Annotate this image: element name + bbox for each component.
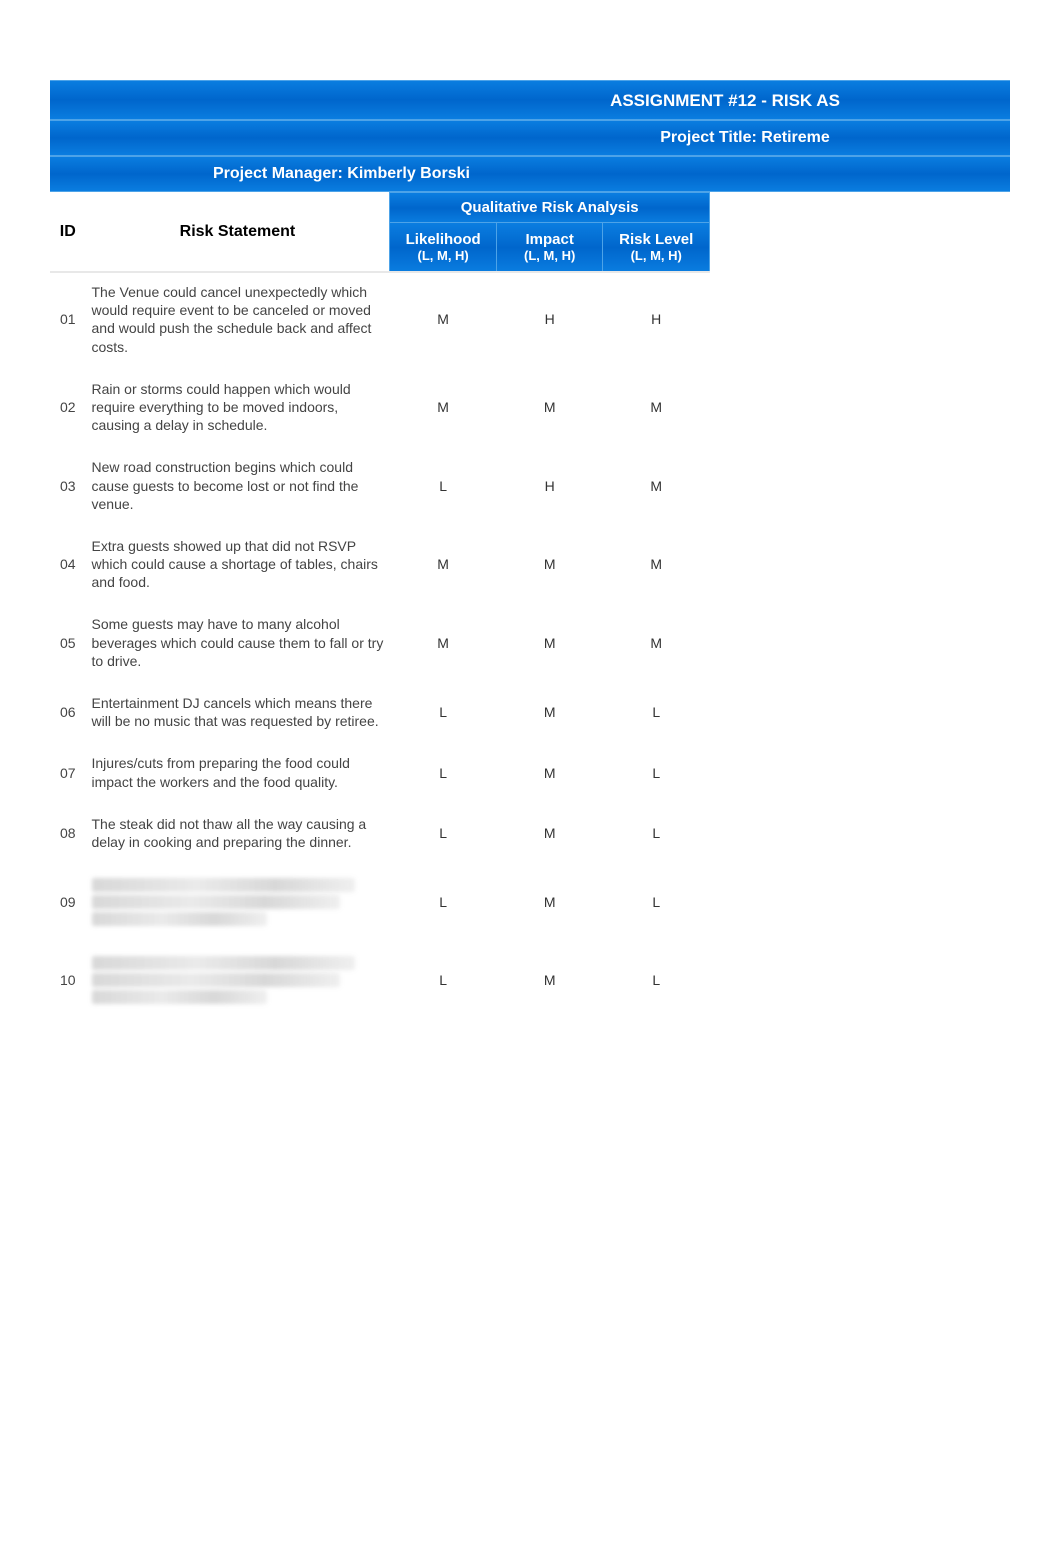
table-row: 02Rain or storms could happen which woul… bbox=[50, 368, 710, 447]
table-row: 03New road construction begins which cou… bbox=[50, 446, 710, 525]
cell-risk-level: M bbox=[603, 368, 710, 447]
cell-risk-level: L bbox=[603, 863, 710, 941]
table-row: 09 LML bbox=[50, 863, 710, 941]
risk-table: ID Risk Statement Qualitative Risk Analy… bbox=[50, 192, 710, 1021]
col-header-id-label: ID bbox=[60, 223, 76, 240]
blurred-line bbox=[92, 895, 341, 909]
cell-risk-statement: New road construction begins which could… bbox=[86, 446, 390, 525]
cell-risk-level: H bbox=[603, 272, 710, 368]
risklevel-sub: (L, M, H) bbox=[609, 248, 703, 263]
section-header-qualitative: Qualitative Risk Analysis bbox=[390, 193, 710, 223]
cell-likelihood: M bbox=[390, 368, 497, 447]
project-title-band: Project Title: Retireme bbox=[50, 120, 1010, 156]
cell-impact: M bbox=[496, 803, 603, 863]
project-manager: Project Manager: Kimberly Borski bbox=[213, 165, 470, 182]
table-row: 07Injures/cuts from preparing the food c… bbox=[50, 742, 710, 802]
table-row: 10 LML bbox=[50, 941, 710, 1019]
cell-risk-level: M bbox=[603, 603, 710, 682]
col-header-risk: Risk Statement bbox=[86, 193, 390, 273]
table-row: 08The steak did not thaw all the way cau… bbox=[50, 803, 710, 863]
blurred-line bbox=[92, 990, 267, 1004]
cell-risk-statement: Rain or storms could happen which would … bbox=[86, 368, 390, 447]
blurred-line bbox=[92, 956, 355, 970]
cell-impact: M bbox=[496, 941, 603, 1019]
cell-risk-level: L bbox=[603, 803, 710, 863]
cell-id: 09 bbox=[50, 863, 86, 941]
cell-likelihood: L bbox=[390, 742, 497, 802]
cell-impact: H bbox=[496, 446, 603, 525]
impact-sub: (L, M, H) bbox=[503, 248, 597, 263]
risk-table-body: 01The Venue could cancel unexpectedly wh… bbox=[50, 272, 710, 1019]
cell-id: 06 bbox=[50, 682, 86, 742]
cell-likelihood: M bbox=[390, 272, 497, 368]
blurred-line bbox=[92, 878, 355, 892]
cell-id: 04 bbox=[50, 525, 86, 604]
cell-impact: M bbox=[496, 742, 603, 802]
blurred-line bbox=[92, 973, 341, 987]
col-header-likelihood: Likelihood (L, M, H) bbox=[390, 223, 497, 273]
cell-id: 08 bbox=[50, 803, 86, 863]
cell-risk-statement: Entertainment DJ cancels which means the… bbox=[86, 682, 390, 742]
assignment-title-band: ASSIGNMENT #12 - RISK AS bbox=[50, 80, 1010, 120]
likelihood-sub: (L, M, H) bbox=[396, 248, 490, 263]
risklevel-label: Risk Level bbox=[619, 231, 693, 248]
cell-risk-statement: Some guests may have to many alcohol bev… bbox=[86, 603, 390, 682]
table-row: 04Extra guests showed up that did not RS… bbox=[50, 525, 710, 604]
cell-likelihood: L bbox=[390, 941, 497, 1019]
cell-likelihood: L bbox=[390, 682, 497, 742]
project-title: Project Title: Retireme bbox=[660, 129, 830, 146]
cell-impact: M bbox=[496, 863, 603, 941]
col-header-risk-label: Risk Statement bbox=[180, 223, 296, 240]
cell-id: 02 bbox=[50, 368, 86, 447]
cell-likelihood: L bbox=[390, 803, 497, 863]
cell-risk-level: L bbox=[603, 742, 710, 802]
cell-risk-statement: Extra guests showed up that did not RSVP… bbox=[86, 525, 390, 604]
section-header-label: Qualitative Risk Analysis bbox=[461, 199, 639, 216]
cell-id: 03 bbox=[50, 446, 86, 525]
cell-impact: M bbox=[496, 368, 603, 447]
cell-likelihood: M bbox=[390, 603, 497, 682]
col-header-impact: Impact (L, M, H) bbox=[496, 223, 603, 273]
cell-likelihood: L bbox=[390, 446, 497, 525]
table-row: 05Some guests may have to many alcohol b… bbox=[50, 603, 710, 682]
cell-risk-statement: The steak did not thaw all the way causi… bbox=[86, 803, 390, 863]
cell-risk-statement: The Venue could cancel unexpectedly whic… bbox=[86, 272, 390, 368]
cell-risk-statement: Injures/cuts from preparing the food cou… bbox=[86, 742, 390, 802]
assignment-title: ASSIGNMENT #12 - RISK AS bbox=[610, 91, 840, 110]
cell-risk-level: M bbox=[603, 525, 710, 604]
col-header-risklevel: Risk Level (L, M, H) bbox=[603, 223, 710, 273]
cell-risk-level: L bbox=[603, 682, 710, 742]
col-header-id: ID bbox=[50, 193, 86, 273]
likelihood-label: Likelihood bbox=[406, 231, 481, 248]
project-manager-band: Project Manager: Kimberly Borski bbox=[50, 156, 1010, 192]
cell-likelihood: L bbox=[390, 863, 497, 941]
cell-risk-level: L bbox=[603, 941, 710, 1019]
cell-risk-statement bbox=[86, 863, 390, 941]
blurred-line bbox=[92, 912, 267, 926]
cell-impact: M bbox=[496, 525, 603, 604]
document-container: ASSIGNMENT #12 - RISK AS Project Title: … bbox=[50, 80, 1012, 1021]
cell-id: 07 bbox=[50, 742, 86, 802]
cell-risk-statement bbox=[86, 941, 390, 1019]
cell-id: 05 bbox=[50, 603, 86, 682]
cell-id: 10 bbox=[50, 941, 86, 1019]
cell-id: 01 bbox=[50, 272, 86, 368]
table-row: 06Entertainment DJ cancels which means t… bbox=[50, 682, 710, 742]
cell-impact: M bbox=[496, 603, 603, 682]
cell-risk-level: M bbox=[603, 446, 710, 525]
cell-impact: H bbox=[496, 272, 603, 368]
table-row: 01The Venue could cancel unexpectedly wh… bbox=[50, 272, 710, 368]
impact-label: Impact bbox=[525, 231, 573, 248]
cell-likelihood: M bbox=[390, 525, 497, 604]
cell-impact: M bbox=[496, 682, 603, 742]
